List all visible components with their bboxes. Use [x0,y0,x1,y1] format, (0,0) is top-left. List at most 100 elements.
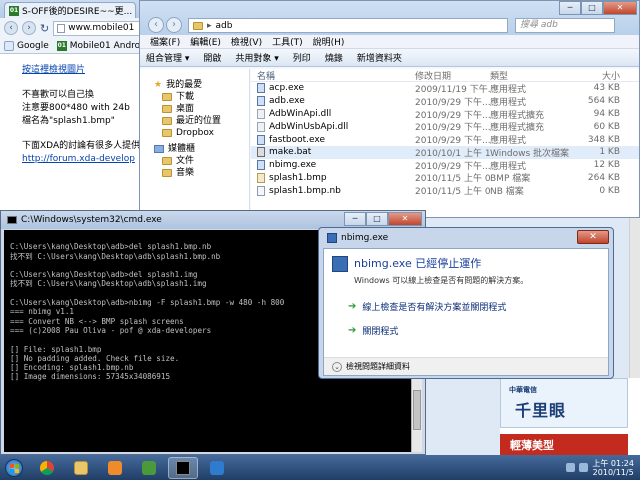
file-size: 12 KB [593,160,620,171]
close-program-option[interactable]: ➔ 關閉程式 [348,321,598,339]
file-row[interactable]: fastboot.exe 2010/9/29 下午... 應用程式 348 KB [251,133,639,146]
exe-file-icon [257,83,265,94]
minimize-button[interactable]: ─ [344,212,366,226]
nav-item[interactable]: 文件 [154,155,249,167]
menu-view[interactable]: 檢視(V) [231,35,262,48]
file-name-cell: AdbWinApi.dll [251,108,415,119]
back-arrow-icon[interactable]: ‹ [4,21,18,35]
file-name-cell: nbimg.exe [251,160,415,171]
ad-headline: 輕薄美型 [510,439,554,452]
burn-button[interactable]: 燒錄 [325,51,343,64]
file-size: 60 KB [593,121,620,132]
column-size[interactable]: 大小 [580,69,620,82]
nav-item[interactable]: 最近的位置 [154,115,249,127]
file-row[interactable]: adb.exe 2010/9/29 下午... 應用程式 564 KB [251,95,639,108]
minimize-button[interactable]: ─ [559,1,581,15]
file-date: 2010/10/1 上午 1... [415,148,490,159]
nav-item[interactable]: 音樂 [154,167,249,179]
maximize-button[interactable]: □ [581,1,603,15]
menu-edit[interactable]: 編輯(E) [190,35,221,48]
file-name-cell: fastboot.exe [251,134,415,145]
nav-item-label: 音樂 [176,168,195,178]
bookmark-google[interactable]: Google [4,40,49,51]
clock-time: 上午 01:24 [592,458,634,468]
crash-dialog: nbimg.exe ✕ nbimg.exe 已經停止運作 Windows 可以線… [318,227,614,379]
clock[interactable]: 上午 01:24 2010/11/5 [592,459,634,477]
menu-help[interactable]: 說明(H) [313,35,345,48]
nav-item[interactable]: 下載 [154,91,249,103]
print-button[interactable]: 列印 [293,51,311,64]
browser-tab[interactable]: 01 S-OFF後的DESIRE~~更... [4,2,136,18]
nb-file-icon [257,185,265,196]
ad-headline: 千里眼 [515,401,567,420]
file-date: 2010/11/5 上午 0... [415,174,490,185]
back-arrow-icon[interactable]: ‹ [148,17,164,33]
tab-title: S-OFF後的DESIRE~~更... [22,7,133,17]
forward-arrow-icon[interactable]: › [166,17,182,33]
file-name-cell: adb.exe [251,96,415,107]
file-row[interactable]: splash1.bmp 2010/11/5 上午 0...BMP 檔案 264 KB [251,172,639,185]
file-name-cell: AdbWinUsbApi.dll [251,121,415,132]
promo-ad-banner[interactable]: 輕薄美型 [500,434,628,455]
file-row[interactable]: splash1.bmp.nb 2010/11/5 上午 0...NB 檔案 0 KB [251,184,639,197]
file-row[interactable]: AdbWinApi.dll 2010/9/29 下午... 應用程式擴充 94 KB [251,108,639,121]
explorer-address-bar[interactable]: ▸ adb [188,18,508,33]
check-online-option[interactable]: ➔ 線上檢查是否有解決方案並關閉程式 [348,297,598,315]
start-button[interactable] [0,455,28,480]
content-line: 檔名為"splash1.bmp" [22,116,115,126]
taskbar-app[interactable] [134,457,164,479]
chrome-icon [40,460,54,475]
reload-icon[interactable]: ↻ [40,22,49,35]
cht-ad-banner[interactable]: 中華電信 千里眼 [500,378,628,428]
nav-item[interactable]: 桌面 [154,103,249,115]
new-folder-button[interactable]: 新增資料夾 [357,51,402,64]
file-type: 應用程式 [490,84,527,95]
view-image-link[interactable]: 按這裡檢視圖片 [22,65,85,75]
organize-button[interactable]: 組合管理 ▾ [146,51,189,64]
nav-item[interactable]: 媒體櫃 [154,143,249,155]
taskbar-app2[interactable] [202,457,232,479]
content-line: 注意要800*480 with 24b [22,103,130,113]
file-row[interactable]: AdbWinUsbApi.dll 2010/9/29 下午... 應用程式擴充 60 … [251,120,639,133]
taskbar-cmd[interactable] [168,456,198,479]
file-date: 2009/11/19 下午... [415,84,490,95]
file-name: nbimg.exe [269,160,317,171]
open-button[interactable]: 開啟 [203,51,221,64]
network-icon[interactable] [566,463,576,472]
taskbar-explorer[interactable] [66,457,96,479]
close-button[interactable]: ✕ [388,212,422,226]
close-button[interactable]: ✕ [577,230,609,244]
view-details-toggle[interactable]: ⌄ 檢視問題詳細資料 [324,357,608,375]
volume-icon[interactable] [579,463,589,472]
column-name[interactable]: 名稱 [251,69,415,82]
nav-item[interactable]: ★ 我的最愛 [154,79,249,91]
file-list: 名稱 修改日期 類型 大小 acp.exe 2009/11/19 下午... 應用程… [251,69,639,217]
explorer-search-input[interactable]: 搜尋 adb [515,18,615,33]
file-row[interactable]: nbimg.exe 2010/9/29 下午... 應用程式 12 KB [251,159,639,172]
maximize-button[interactable]: □ [366,212,388,226]
forward-arrow-icon[interactable]: › [22,21,36,35]
exe-file-icon [257,160,265,171]
taskbar-chrome[interactable] [32,457,62,479]
file-date: 2010/9/29 下午... [415,136,490,147]
share-with-button[interactable]: 共用對象 ▾ [235,51,278,64]
menu-file[interactable]: 檔案(F) [150,35,180,48]
xda-forum-link[interactable]: http://forum.xda-develop [22,154,135,164]
system-tray: 上午 01:24 2010/11/5 [566,459,640,477]
file-name: AdbWinUsbApi.dll [269,121,349,132]
column-date[interactable]: 修改日期 [415,69,490,82]
cmd-title: C:\Windows\system32\cmd.exe [21,215,162,225]
dialog-heading: nbimg.exe 已經停止運作 [354,257,482,270]
nav-item[interactable]: Dropbox [154,127,249,139]
taskbar-media-player[interactable] [100,457,130,479]
bookmark-mobile01-android[interactable]: 01 Mobile01 Android [56,40,148,51]
file-row[interactable]: acp.exe 2009/11/19 下午... 應用程式 43 KB [251,82,639,95]
file-size: 94 KB [593,108,620,119]
menu-tools[interactable]: 工具(T) [272,35,303,48]
scroll-thumb[interactable] [413,390,421,430]
app-icon [327,233,337,243]
close-button[interactable]: ✕ [603,1,637,15]
column-type[interactable]: 類型 [490,69,580,82]
file-type: 應用程式 [490,161,527,172]
file-row[interactable]: make.bat 2010/10/1 上午 1...Windows 批次檔案 1 K… [251,145,639,159]
